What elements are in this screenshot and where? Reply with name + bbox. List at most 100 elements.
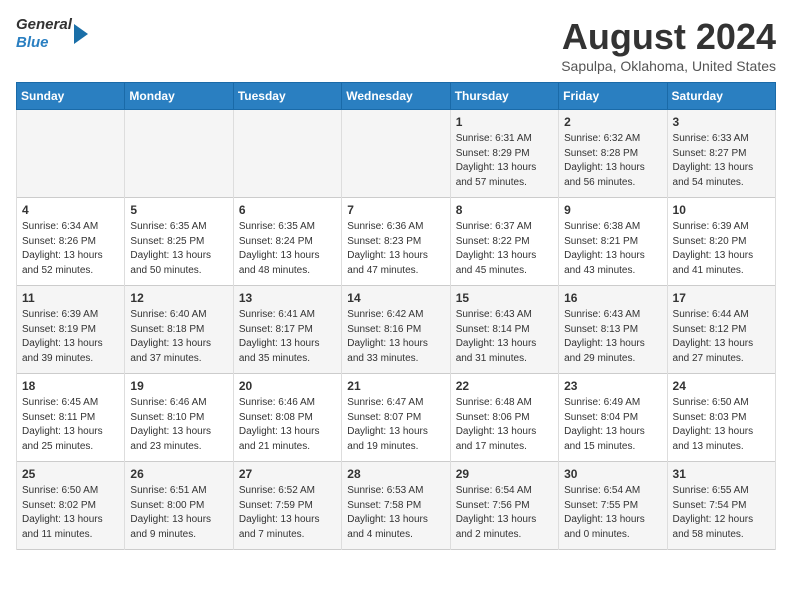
logo-text: General Blue <box>16 16 72 52</box>
calendar-day-cell: 11 Sunrise: 6:39 AMSunset: 8:19 PMDaylig… <box>17 286 125 374</box>
day-number: 21 <box>347 379 444 393</box>
day-info: Sunrise: 6:43 AMSunset: 8:14 PMDaylight:… <box>456 308 553 366</box>
day-info: Sunrise: 6:31 AMSunset: 8:29 PMDaylight:… <box>456 132 553 190</box>
calendar-day-cell: 1 Sunrise: 6:31 AMSunset: 8:29 PMDayligh… <box>450 110 558 198</box>
calendar-day-cell: 15 Sunrise: 6:43 AMSunset: 8:14 PMDaylig… <box>450 286 558 374</box>
day-info: Sunrise: 6:52 AMSunset: 7:59 PMDaylight:… <box>239 484 336 542</box>
calendar-week-row: 11 Sunrise: 6:39 AMSunset: 8:19 PMDaylig… <box>17 286 776 374</box>
month-title: August 2024 <box>561 16 776 58</box>
day-number: 20 <box>239 379 336 393</box>
day-number: 28 <box>347 467 444 481</box>
day-info: Sunrise: 6:50 AMSunset: 8:03 PMDaylight:… <box>673 396 770 454</box>
calendar-day-cell: 2 Sunrise: 6:32 AMSunset: 8:28 PMDayligh… <box>559 110 667 198</box>
day-number: 14 <box>347 291 444 305</box>
day-info: Sunrise: 6:35 AMSunset: 8:25 PMDaylight:… <box>130 220 227 278</box>
day-number: 2 <box>564 115 661 129</box>
day-number: 30 <box>564 467 661 481</box>
day-info: Sunrise: 6:51 AMSunset: 8:00 PMDaylight:… <box>130 484 227 542</box>
calendar-day-cell: 19 Sunrise: 6:46 AMSunset: 8:10 PMDaylig… <box>125 374 233 462</box>
day-info: Sunrise: 6:47 AMSunset: 8:07 PMDaylight:… <box>347 396 444 454</box>
logo-arrow-icon <box>74 24 88 44</box>
day-number: 12 <box>130 291 227 305</box>
day-info: Sunrise: 6:40 AMSunset: 8:18 PMDaylight:… <box>130 308 227 366</box>
calendar-day-cell: 26 Sunrise: 6:51 AMSunset: 8:00 PMDaylig… <box>125 462 233 550</box>
day-number: 26 <box>130 467 227 481</box>
calendar-week-row: 4 Sunrise: 6:34 AMSunset: 8:26 PMDayligh… <box>17 198 776 286</box>
day-number: 31 <box>673 467 770 481</box>
day-info: Sunrise: 6:36 AMSunset: 8:23 PMDaylight:… <box>347 220 444 278</box>
day-info: Sunrise: 6:41 AMSunset: 8:17 PMDaylight:… <box>239 308 336 366</box>
calendar-day-cell: 29 Sunrise: 6:54 AMSunset: 7:56 PMDaylig… <box>450 462 558 550</box>
calendar-day-cell <box>233 110 341 198</box>
day-info: Sunrise: 6:38 AMSunset: 8:21 PMDaylight:… <box>564 220 661 278</box>
calendar-day-cell: 25 Sunrise: 6:50 AMSunset: 8:02 PMDaylig… <box>17 462 125 550</box>
day-info: Sunrise: 6:43 AMSunset: 8:13 PMDaylight:… <box>564 308 661 366</box>
day-number: 16 <box>564 291 661 305</box>
day-number: 15 <box>456 291 553 305</box>
day-number: 18 <box>22 379 119 393</box>
day-info: Sunrise: 6:54 AMSunset: 7:56 PMDaylight:… <box>456 484 553 542</box>
calendar-table: SundayMondayTuesdayWednesdayThursdayFrid… <box>16 82 776 550</box>
header: General Blue August 2024 Sapulpa, Oklaho… <box>16 16 776 74</box>
calendar-day-cell: 16 Sunrise: 6:43 AMSunset: 8:13 PMDaylig… <box>559 286 667 374</box>
calendar-day-cell: 8 Sunrise: 6:37 AMSunset: 8:22 PMDayligh… <box>450 198 558 286</box>
calendar-day-cell <box>342 110 450 198</box>
calendar-header-row: SundayMondayTuesdayWednesdayThursdayFrid… <box>17 83 776 110</box>
day-number: 23 <box>564 379 661 393</box>
day-number: 8 <box>456 203 553 217</box>
day-info: Sunrise: 6:42 AMSunset: 8:16 PMDaylight:… <box>347 308 444 366</box>
calendar-day-cell: 23 Sunrise: 6:49 AMSunset: 8:04 PMDaylig… <box>559 374 667 462</box>
day-info: Sunrise: 6:46 AMSunset: 8:08 PMDaylight:… <box>239 396 336 454</box>
calendar-week-row: 1 Sunrise: 6:31 AMSunset: 8:29 PMDayligh… <box>17 110 776 198</box>
day-number: 3 <box>673 115 770 129</box>
day-number: 19 <box>130 379 227 393</box>
day-info: Sunrise: 6:54 AMSunset: 7:55 PMDaylight:… <box>564 484 661 542</box>
logo: General Blue <box>16 16 88 52</box>
day-of-week-header: Wednesday <box>342 83 450 110</box>
day-of-week-header: Monday <box>125 83 233 110</box>
day-number: 9 <box>564 203 661 217</box>
day-info: Sunrise: 6:32 AMSunset: 8:28 PMDaylight:… <box>564 132 661 190</box>
day-info: Sunrise: 6:49 AMSunset: 8:04 PMDaylight:… <box>564 396 661 454</box>
calendar-day-cell: 5 Sunrise: 6:35 AMSunset: 8:25 PMDayligh… <box>125 198 233 286</box>
day-number: 24 <box>673 379 770 393</box>
calendar-day-cell <box>17 110 125 198</box>
day-of-week-header: Tuesday <box>233 83 341 110</box>
calendar-day-cell: 30 Sunrise: 6:54 AMSunset: 7:55 PMDaylig… <box>559 462 667 550</box>
calendar-day-cell: 28 Sunrise: 6:53 AMSunset: 7:58 PMDaylig… <box>342 462 450 550</box>
calendar-body: 1 Sunrise: 6:31 AMSunset: 8:29 PMDayligh… <box>17 110 776 550</box>
day-of-week-header: Thursday <box>450 83 558 110</box>
day-info: Sunrise: 6:46 AMSunset: 8:10 PMDaylight:… <box>130 396 227 454</box>
day-number: 25 <box>22 467 119 481</box>
calendar-day-cell: 24 Sunrise: 6:50 AMSunset: 8:03 PMDaylig… <box>667 374 775 462</box>
calendar-day-cell: 12 Sunrise: 6:40 AMSunset: 8:18 PMDaylig… <box>125 286 233 374</box>
day-of-week-header: Sunday <box>17 83 125 110</box>
day-info: Sunrise: 6:53 AMSunset: 7:58 PMDaylight:… <box>347 484 444 542</box>
calendar-day-cell: 22 Sunrise: 6:48 AMSunset: 8:06 PMDaylig… <box>450 374 558 462</box>
location: Sapulpa, Oklahoma, United States <box>561 58 776 74</box>
calendar-day-cell: 6 Sunrise: 6:35 AMSunset: 8:24 PMDayligh… <box>233 198 341 286</box>
calendar-day-cell: 3 Sunrise: 6:33 AMSunset: 8:27 PMDayligh… <box>667 110 775 198</box>
day-number: 13 <box>239 291 336 305</box>
day-info: Sunrise: 6:35 AMSunset: 8:24 PMDaylight:… <box>239 220 336 278</box>
day-info: Sunrise: 6:37 AMSunset: 8:22 PMDaylight:… <box>456 220 553 278</box>
day-number: 17 <box>673 291 770 305</box>
day-of-week-header: Saturday <box>667 83 775 110</box>
calendar-day-cell: 7 Sunrise: 6:36 AMSunset: 8:23 PMDayligh… <box>342 198 450 286</box>
day-info: Sunrise: 6:39 AMSunset: 8:20 PMDaylight:… <box>673 220 770 278</box>
day-number: 10 <box>673 203 770 217</box>
day-number: 4 <box>22 203 119 217</box>
day-number: 1 <box>456 115 553 129</box>
calendar-day-cell: 21 Sunrise: 6:47 AMSunset: 8:07 PMDaylig… <box>342 374 450 462</box>
day-info: Sunrise: 6:34 AMSunset: 8:26 PMDaylight:… <box>22 220 119 278</box>
calendar-day-cell: 31 Sunrise: 6:55 AMSunset: 7:54 PMDaylig… <box>667 462 775 550</box>
calendar-day-cell: 4 Sunrise: 6:34 AMSunset: 8:26 PMDayligh… <box>17 198 125 286</box>
calendar-day-cell <box>125 110 233 198</box>
day-info: Sunrise: 6:48 AMSunset: 8:06 PMDaylight:… <box>456 396 553 454</box>
day-number: 27 <box>239 467 336 481</box>
calendar-day-cell: 27 Sunrise: 6:52 AMSunset: 7:59 PMDaylig… <box>233 462 341 550</box>
day-info: Sunrise: 6:33 AMSunset: 8:27 PMDaylight:… <box>673 132 770 190</box>
day-number: 29 <box>456 467 553 481</box>
calendar-day-cell: 9 Sunrise: 6:38 AMSunset: 8:21 PMDayligh… <box>559 198 667 286</box>
calendar-day-cell: 20 Sunrise: 6:46 AMSunset: 8:08 PMDaylig… <box>233 374 341 462</box>
